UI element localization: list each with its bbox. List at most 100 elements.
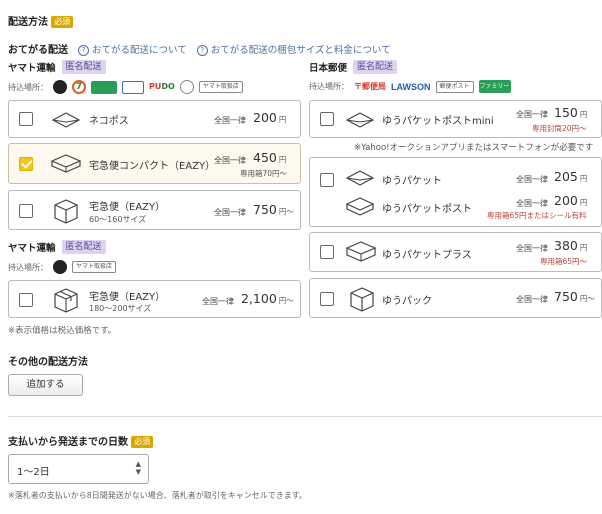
box-price-note: 専用箱70円～ (240, 169, 288, 178)
tax-note: ※表示価格は税込価格です。 (8, 326, 117, 336)
lawson-logo: LAWSON (391, 81, 431, 92)
shipping-option-yupacket-post-mini[interactable]: ゆうパケットポストmini 全国一律 150 円 専用封筒20円～ (309, 100, 602, 138)
price-unit: 円～ (278, 207, 294, 216)
anonymous-badge: 匿名配送 (61, 60, 106, 74)
flat-rate-label: 全国一律 (516, 175, 548, 184)
price-value: 200 (253, 110, 277, 125)
shipping-option-compact[interactable]: 宅急便コンパクト（EAZY） 全国一律 450 円 専用箱70円～ (8, 143, 301, 184)
yamato-carrier-label: ヤマト運輸 (8, 63, 56, 74)
yamato-agent-logo: ヤマト取扱店 (72, 261, 117, 273)
days-title: 支払いから発送までの日数 (8, 437, 128, 448)
envelope-icon (345, 112, 375, 128)
option-name: ネコポス (89, 116, 129, 127)
flat-rate-label: 全国一律 (516, 110, 548, 119)
japanpost-carrier-label: 日本郵便 (309, 63, 348, 74)
anonymous-badge: 匿名配送 (353, 60, 398, 74)
checkbox[interactable] (320, 112, 334, 126)
box-icon (350, 287, 374, 312)
days-selected-value: 1～2日 (17, 467, 50, 478)
flat-rate-label: 全国一律 (516, 244, 548, 253)
checkbox[interactable] (320, 173, 334, 187)
days-select[interactable]: 1～2日 ▲ ▼ (8, 454, 149, 484)
yamato2-stores-row: 持込場所： ヤマト取扱店 (8, 260, 117, 274)
flat-rate-label: 全国一律 (516, 295, 548, 304)
price-unit: 円 (278, 155, 287, 164)
price-unit: 円 (579, 243, 588, 252)
price: 2,100 円～ (241, 291, 294, 306)
shipping-option-yupacket[interactable]: ゆうパケット 全国一律 205 円 ゆうパケットポスト 全国一律 200 円 専用箱… (309, 157, 602, 227)
help-icon: ? (196, 44, 208, 56)
price-unit: 円～ (579, 294, 595, 303)
flat-rate-label: 全国一律 (202, 297, 234, 306)
shipping-option-yupack[interactable]: ゆうパック 全国一律 750 円～ (309, 278, 602, 318)
cancel-note: ※落札者の支払いから8日間発送がない場合、落札者が取引をキャンセルできます。 (8, 491, 307, 500)
shipping-option-nekopos[interactable]: ネコポス 全国一律 200 円 (8, 100, 301, 138)
envelope-icon (345, 170, 375, 186)
post-box-package-icon (345, 197, 375, 216)
otegaru-title: おてがる配送 (8, 45, 68, 56)
option-name-2: ゆうパケットポスト (382, 204, 472, 215)
box-icon (54, 199, 78, 224)
otegaru-size-link[interactable]: ? おてがる配送の梱包サイズと料金について (196, 42, 391, 56)
price: 750 円～ (554, 289, 595, 304)
checkbox[interactable] (320, 292, 334, 306)
checkbox[interactable] (19, 204, 33, 218)
price: 205 円 (554, 169, 587, 184)
anonymous-badge: 匿名配送 (61, 240, 106, 254)
other-shipping-title: その他の配送方法 (8, 357, 88, 368)
familymart-logo-icon (91, 80, 117, 94)
checkbox[interactable] (320, 245, 334, 259)
price-value: 2,100 (241, 291, 277, 306)
price: 200 円 (253, 110, 286, 125)
post-office-logo: 〒郵便局 (354, 81, 386, 91)
otegaru-size-text: おてがる配送の梱包サイズと料金について (210, 44, 391, 56)
price-value: 205 (554, 169, 578, 184)
price-value-2: 200 (554, 193, 578, 208)
yamato-label-row: ヤマト運輸 匿名配送 (8, 60, 106, 74)
flat-rate-label: 全国一律 (214, 116, 246, 125)
stores-label: 持込場所： (8, 262, 48, 272)
shipping-option-yupacket-plus[interactable]: ゆうパケットプラス 全国一律 380 円 専用箱65円～ (309, 232, 602, 272)
option-name: 宅急便（EAZY） (89, 292, 166, 303)
shipping-option-takkyubin-large[interactable]: 宅急便（EAZY） 180～200サイズ 全国一律 2,100 円～ (8, 280, 301, 318)
option-name: 宅急便（EAZY） (89, 202, 166, 213)
price-value: 380 (554, 238, 578, 253)
flat-rate-label-2: 全国一律 (516, 199, 548, 208)
shipping-option-takkyubin[interactable]: 宅急便（EAZY） 60～160サイズ 全国一律 750 円～ (8, 190, 301, 230)
price: 380 円 (554, 238, 587, 253)
option-name: ゆうパケットプラス (382, 250, 472, 261)
option-name: ゆうパック (382, 296, 432, 307)
japanpost-label-row: 日本郵便 匿名配送 (309, 60, 398, 74)
large-box-icon (54, 288, 78, 313)
yamato-stores-row: 持込場所： 7 PUDO ヤマト取扱店 (8, 80, 243, 94)
flat-rate-label: 全国一律 (214, 208, 246, 217)
shipping-method-header: 配送方法 必須 (8, 13, 74, 28)
yamato2-carrier-label: ヤマト運輸 (8, 243, 56, 254)
price-unit-2: 円 (579, 198, 588, 207)
familymart-logo: ファミリーマート (478, 80, 511, 103)
plus-box-icon (345, 241, 377, 262)
select-arrows-icon: ▲ ▼ (135, 460, 141, 476)
help-icon: ? (78, 44, 89, 56)
size-range: 60～160サイズ (89, 215, 147, 224)
post-box-logo: 郵便ポスト (435, 80, 474, 93)
otegaru-about-link[interactable]: ? おてがる配送について (78, 42, 187, 56)
option-name: ゆうパケットポストmini (382, 116, 494, 127)
price: 150 円 (554, 105, 587, 120)
shipping-method-title: 配送方法 (8, 17, 48, 28)
checkbox[interactable] (19, 112, 33, 126)
pudo-logo-icon: PUDO (149, 82, 175, 91)
japanpost-stores-row: 持込場所： 〒郵便局 LAWSON 郵便ポスト ファミリーマート (309, 80, 511, 103)
checkbox-checked[interactable] (19, 157, 33, 171)
envelope-price-note: 専用封筒20円～ (532, 124, 587, 133)
add-shipping-button[interactable]: 追加する (8, 374, 83, 396)
option-name: 宅急便コンパクト（EAZY） (89, 161, 216, 172)
stores-label: 持込場所： (309, 82, 349, 91)
checkbox[interactable] (19, 293, 33, 307)
days-header: 支払いから発送までの日数 必須 (8, 433, 154, 448)
store-logo-icon (122, 80, 144, 94)
smari-logo-icon (179, 80, 194, 94)
yahoo-app-note: ※Yahoo!オークションアプリまたはスマートフォンが必要です (354, 143, 594, 153)
price-value: 750 (554, 289, 578, 304)
yamato-agent-logo: ヤマト取扱店 (198, 81, 243, 93)
